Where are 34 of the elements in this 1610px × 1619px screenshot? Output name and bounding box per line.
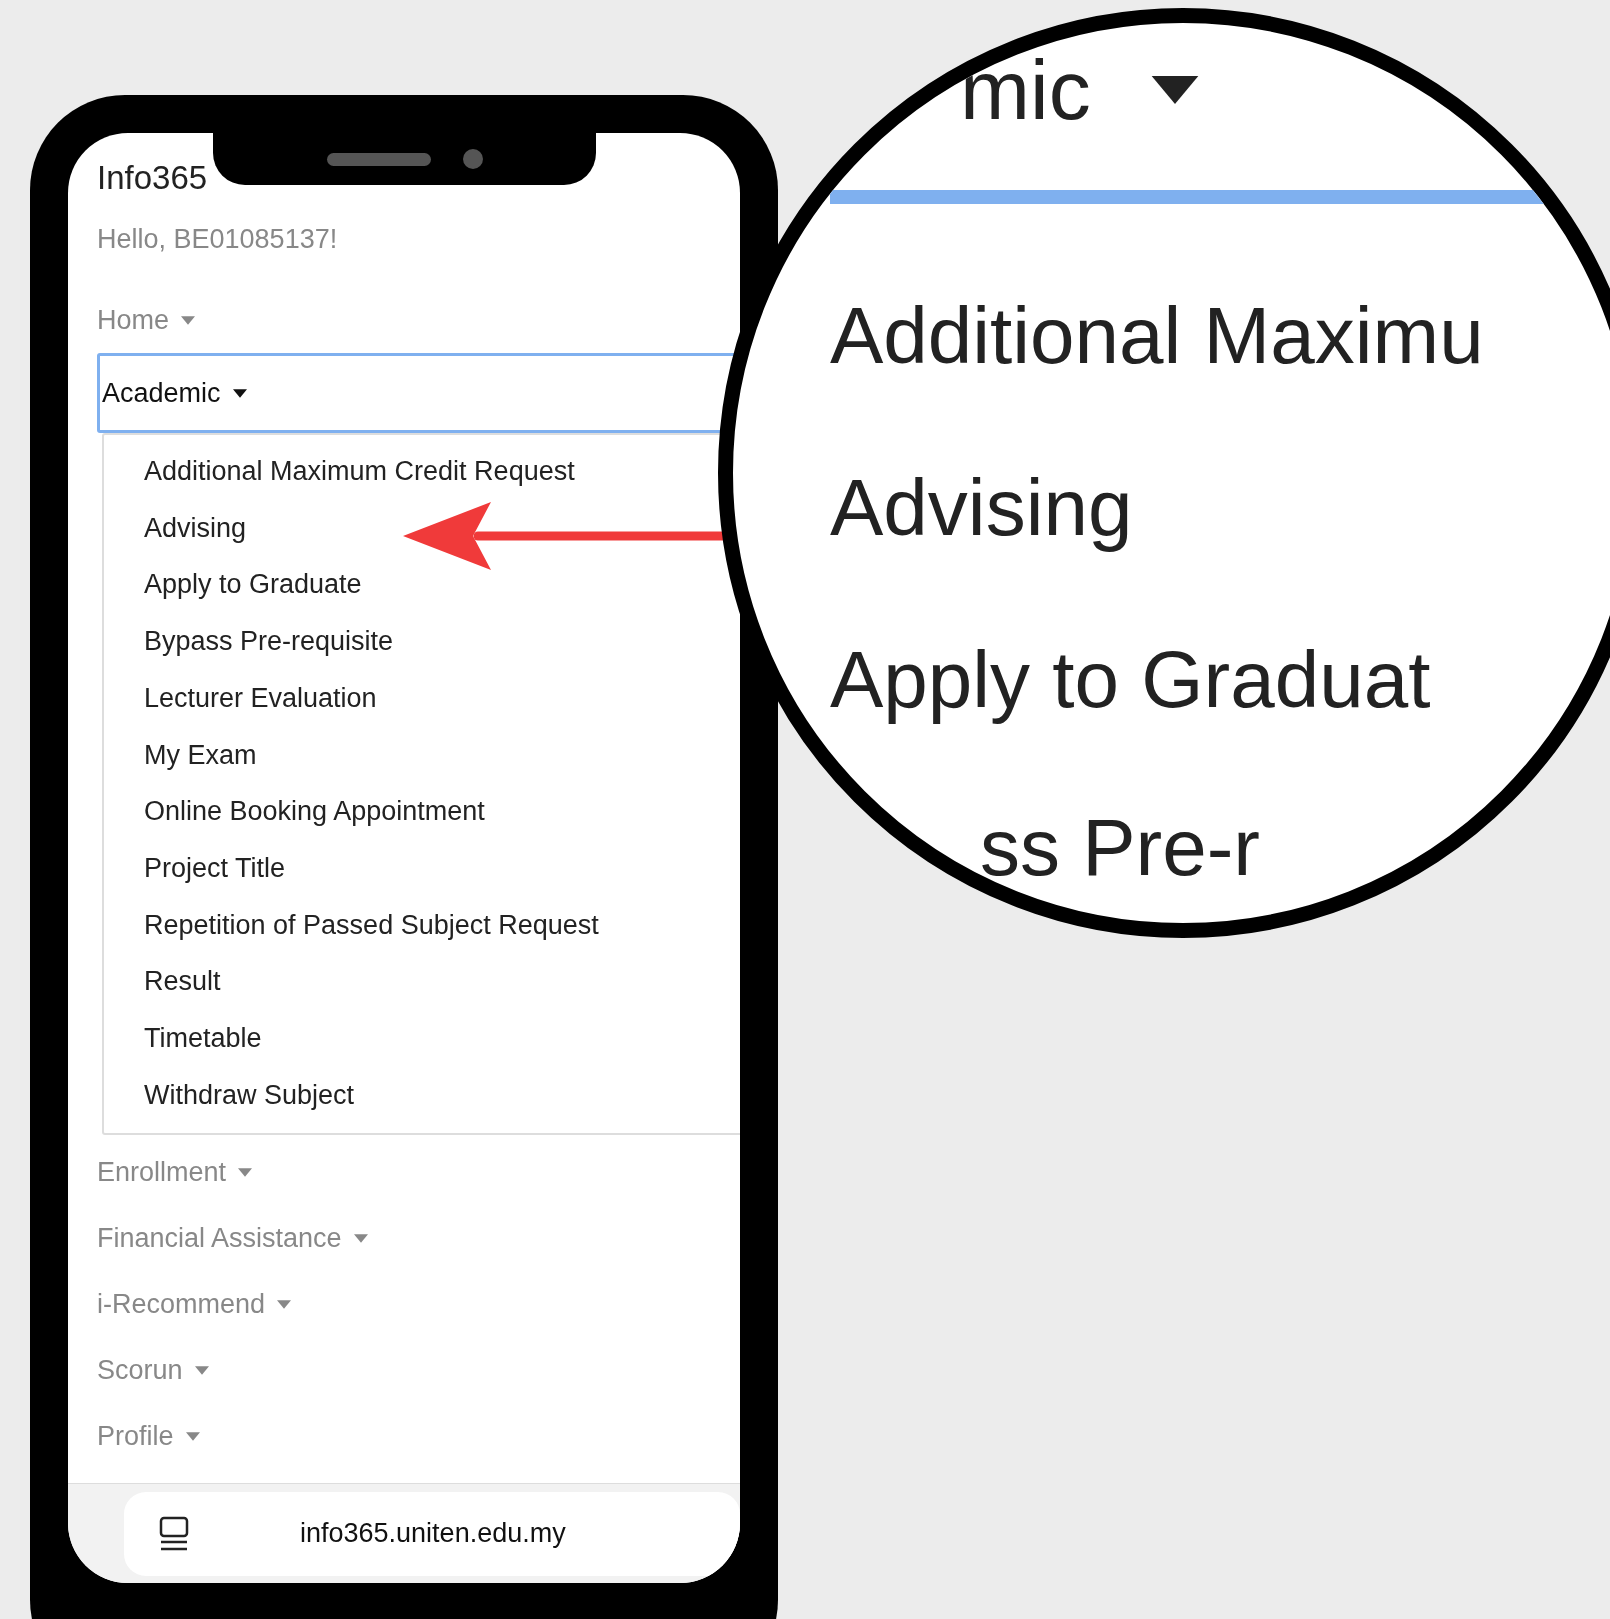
nav-menu-item[interactable]: Scorun — [97, 1337, 209, 1404]
caret-icon — [232, 388, 247, 398]
caret-icon — [185, 1431, 200, 1441]
caret-icon — [194, 1365, 209, 1375]
magnified-text: Additional Maximu — [830, 296, 1484, 376]
dropdown-item[interactable]: Online Booking Appointment — [144, 783, 485, 840]
nav-menu-item[interactable]: Financial Assistance — [97, 1205, 368, 1272]
caret-icon — [181, 315, 196, 325]
nav-menu-item[interactable]: Home — [97, 287, 196, 353]
dropdown-item[interactable]: Advising — [144, 499, 247, 557]
dropdown-item[interactable]: Apply to Graduate — [144, 556, 362, 614]
dropdown-item[interactable]: Bypass Pre-requisite — [144, 613, 394, 670]
dropdown-item[interactable]: Timetable — [144, 1009, 262, 1067]
dropdown-item[interactable]: Lecturer Evaluation — [144, 669, 377, 727]
magnified-text: mic — [960, 48, 1091, 132]
nav-menu-item[interactable]: i-Recommend — [97, 1271, 292, 1338]
caret-icon — [277, 1299, 292, 1309]
caret-icon — [353, 1233, 368, 1243]
dropdown-item[interactable]: My Exam — [144, 726, 257, 784]
dropdown-item[interactable]: Result — [144, 953, 221, 1010]
magnified-text: ss Pre-r — [980, 808, 1260, 888]
dropdown-item[interactable]: Project Title — [144, 839, 286, 897]
nav-menu-item[interactable]: Enrollment — [97, 1139, 253, 1206]
dropdown-item[interactable]: Withdraw Subject — [144, 1066, 355, 1124]
nav-menu-item[interactable]: Profile — [97, 1403, 200, 1470]
url-field[interactable]: info365.uniten.edu.my — [124, 1491, 740, 1576]
app-title: Info365 — [97, 161, 208, 194]
tabs-icon — [158, 1515, 190, 1552]
dropdown-item[interactable]: Additional Maximum Credit Request — [144, 443, 575, 500]
caret-icon — [238, 1167, 253, 1177]
greeting-text: Hello, BE01085137! — [97, 226, 338, 253]
caret-icon — [1150, 76, 1199, 104]
dropdown-item[interactable]: Repetition of Passed Subject Request — [144, 896, 599, 954]
url-text: info365.uniten.edu.my — [300, 1517, 566, 1551]
